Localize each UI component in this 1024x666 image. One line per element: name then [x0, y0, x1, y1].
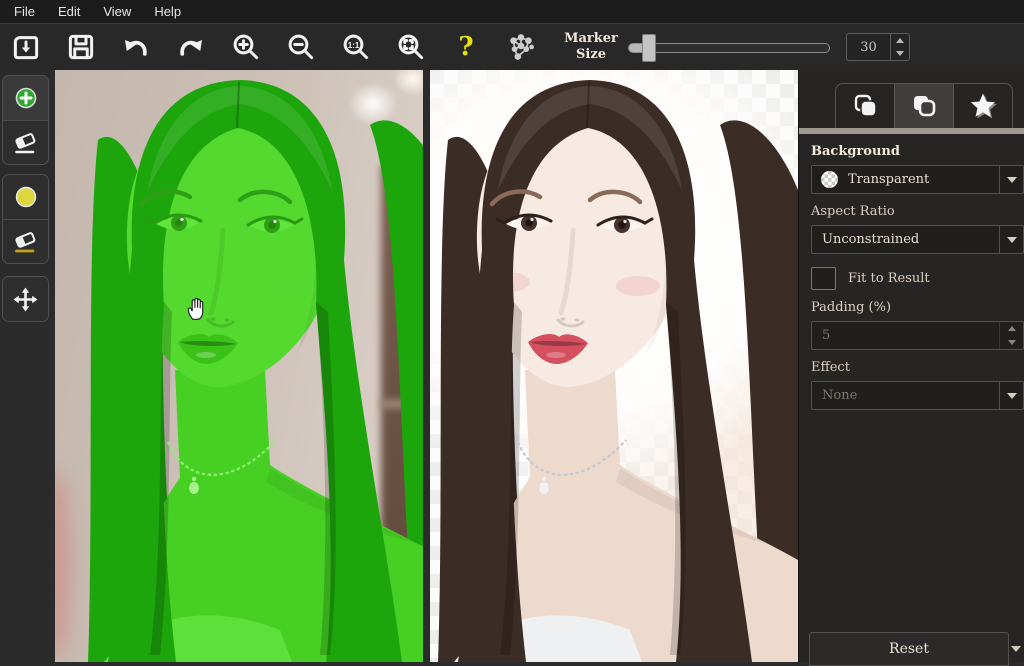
layers-filled-icon — [851, 92, 879, 120]
green-plus-marker-icon — [13, 85, 39, 111]
zoom-out-button[interactable] — [281, 28, 321, 66]
help-button[interactable]: ? — [446, 28, 486, 66]
up-arrow-icon — [896, 38, 904, 43]
import-button[interactable] — [6, 28, 46, 66]
marker-size-value[interactable]: 30 — [847, 34, 890, 60]
app-window: File Edit View Help — [0, 0, 1024, 662]
aspect-ratio-value: Unconstrained — [812, 232, 999, 247]
slider-handle[interactable] — [642, 34, 656, 62]
zoom-out-icon — [286, 32, 316, 62]
dropdown-arrow-button[interactable] — [999, 166, 1023, 193]
padding-value: 5 — [812, 328, 999, 343]
mask-canvas-pane[interactable] — [55, 70, 423, 662]
effect-label: Effect — [811, 360, 1024, 375]
move-tool[interactable] — [3, 277, 48, 321]
effect-dropdown[interactable]: None — [811, 381, 1024, 410]
menu-bar: File Edit View Help — [0, 0, 1024, 24]
svg-text:1:1: 1:1 — [348, 41, 360, 50]
dropdown-arrow-button[interactable] — [999, 382, 1023, 409]
background-label: Background — [811, 144, 1024, 159]
menu-edit[interactable]: Edit — [50, 2, 95, 22]
green-masked-subject — [55, 70, 423, 662]
background-eraser-tool[interactable] — [3, 219, 48, 263]
layers-outline-icon — [910, 92, 938, 120]
move-tool-group — [2, 276, 49, 322]
zoom-fit-button[interactable] — [391, 28, 431, 66]
background-dropdown[interactable]: Transparent — [811, 165, 1024, 194]
effect-value: None — [812, 388, 999, 403]
aspect-ratio-label: Aspect Ratio — [811, 204, 1024, 219]
yellow-circle-marker-icon — [13, 184, 39, 210]
marker-size-label: Marker Size — [562, 31, 620, 62]
slider-track[interactable] — [628, 43, 830, 53]
redo-icon — [176, 32, 206, 62]
background-value: Transparent — [838, 172, 999, 187]
zoom-in-icon — [231, 32, 261, 62]
marker-size-decrement-button[interactable] — [891, 47, 909, 60]
fit-to-result-checkbox[interactable] — [811, 267, 836, 290]
chevron-down-icon — [1007, 177, 1017, 183]
foreground-eraser-tool[interactable] — [3, 120, 48, 164]
zoom-actual-button[interactable]: 1:1 — [336, 28, 376, 66]
padding-label: Padding (%) — [811, 300, 1024, 315]
down-arrow-icon — [1008, 340, 1016, 345]
marker-size-spinbox: 30 — [846, 33, 910, 61]
move-arrows-icon — [12, 286, 39, 313]
settings-panel: Background Transparent Aspect Ratio Unco… — [798, 70, 1024, 662]
tab-layers-outline[interactable] — [894, 84, 953, 128]
undo-icon — [121, 32, 151, 62]
tab-layers-filled[interactable] — [836, 84, 894, 128]
help-icon: ? — [458, 34, 473, 60]
marker-size-increment-button[interactable] — [891, 34, 909, 47]
main-toolbar: 1:1 ? — [0, 24, 1024, 70]
background-marker-tool[interactable] — [3, 175, 48, 219]
zoom-actual-1-1-icon: 1:1 — [341, 32, 371, 62]
fit-to-result-row: Fit to Result — [811, 267, 1024, 290]
aspect-ratio-dropdown[interactable]: Unconstrained — [811, 225, 1024, 254]
zoom-in-button[interactable] — [226, 28, 266, 66]
padding-spinbox[interactable]: 5 — [811, 321, 1024, 350]
padding-decrement-button[interactable] — [1000, 336, 1023, 350]
padding-increment-button[interactable] — [1000, 322, 1023, 336]
fit-to-result-label: Fit to Result — [848, 271, 930, 286]
chevron-down-icon — [1007, 393, 1017, 399]
redo-button[interactable] — [171, 28, 211, 66]
background-marker-group — [2, 174, 49, 264]
auto-segment-button[interactable] — [501, 28, 541, 66]
menu-file[interactable]: File — [6, 2, 50, 22]
tool-sidebar — [0, 70, 50, 662]
import-icon — [11, 32, 41, 62]
menu-view[interactable]: View — [95, 2, 146, 22]
menu-help[interactable]: Help — [146, 2, 196, 22]
foreground-marker-tool[interactable] — [3, 76, 48, 120]
dropdown-arrow-button[interactable] — [999, 226, 1023, 253]
foreground-marker-group — [2, 75, 49, 165]
save-icon — [66, 32, 96, 62]
up-arrow-icon — [1008, 326, 1016, 331]
white-eraser-icon — [12, 129, 39, 156]
cutout-subject — [430, 70, 798, 662]
marker-size-slider[interactable] — [628, 33, 830, 61]
star-icon — [968, 91, 998, 121]
editor-canvas — [50, 70, 798, 662]
chevron-down-icon[interactable] — [1011, 646, 1021, 652]
reset-button[interactable]: Reset — [809, 632, 1009, 666]
undo-button[interactable] — [116, 28, 156, 66]
down-arrow-icon — [896, 51, 904, 56]
chevron-down-icon — [1007, 237, 1017, 243]
panel-tab-bar — [835, 83, 1013, 128]
transparent-swatch-icon — [821, 171, 838, 188]
save-button[interactable] — [61, 28, 101, 66]
yellow-eraser-icon — [12, 228, 39, 255]
tab-favorites[interactable] — [953, 84, 1012, 128]
segment-network-icon — [504, 30, 538, 64]
zoom-fit-icon — [396, 32, 426, 62]
result-canvas-pane[interactable] — [430, 70, 798, 662]
